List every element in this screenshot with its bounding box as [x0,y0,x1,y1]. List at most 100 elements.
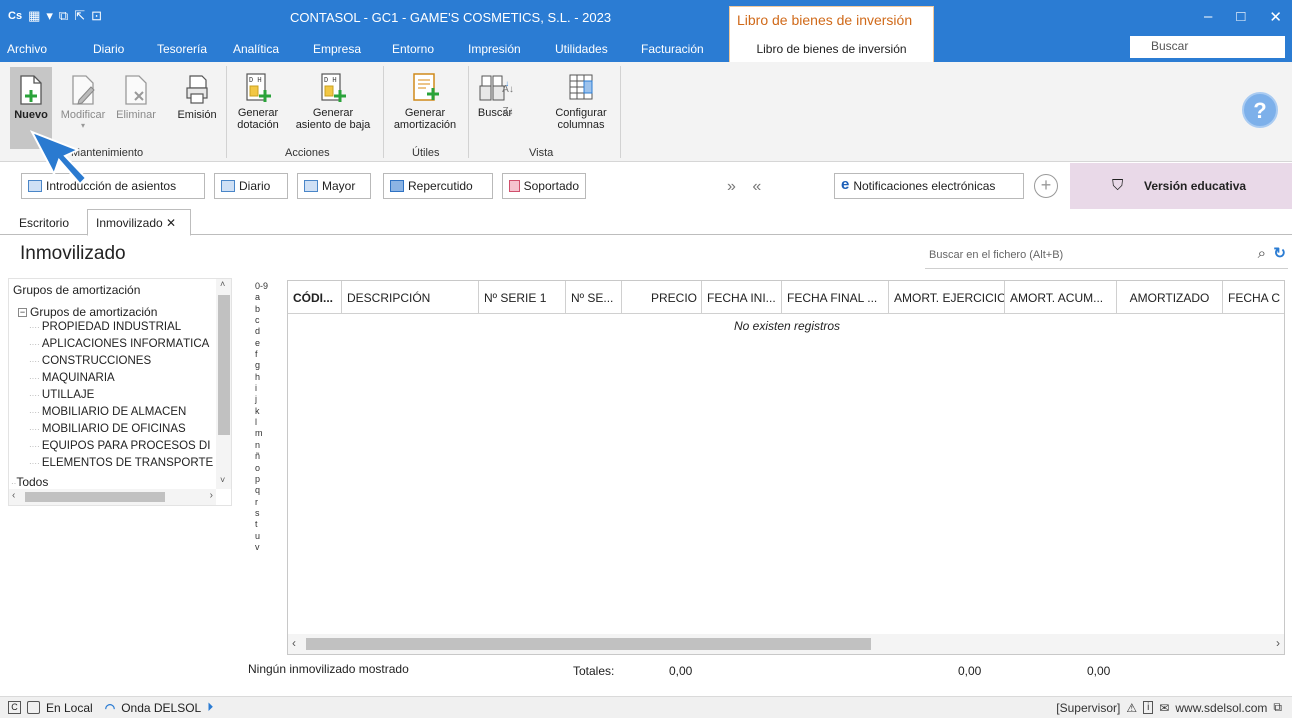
tab-libro-bienes[interactable]: Libro de bienes de inversión [729,34,934,62]
onda-delsol-label[interactable]: Onda DELSOL [121,701,201,715]
generar-baja-button[interactable]: D H Generar asiento de baja [287,72,379,131]
help-icon[interactable]: ? [1242,92,1278,128]
menu-archivo[interactable]: Archivo [7,42,47,56]
alphabet-letter[interactable]: i [255,383,269,394]
alphabet-letter[interactable]: e [255,338,269,349]
add-shortcut-icon[interactable]: + [1034,174,1058,198]
mail-icon[interactable]: ✉ [1159,701,1169,715]
info-icon[interactable]: i [1143,701,1154,714]
website-link[interactable]: www.sdelsol.com [1175,701,1267,715]
search-input[interactable]: Buscar [1130,36,1285,58]
column-header-fecha-final[interactable]: FECHA FINAL ... [782,281,889,314]
alphabet-letter[interactable]: t [255,519,269,530]
notificaciones-button[interactable]: e Notificaciones electrónicas [834,173,1024,199]
export-icon[interactable]: ⧉ [59,8,68,24]
column-header-precio[interactable]: PRECIO [622,281,702,314]
alphabet-letter[interactable]: a [255,292,269,303]
menu-utilidades[interactable]: Utilidades [555,42,608,56]
company-icon[interactable]: C [8,701,21,714]
column-header-serie1[interactable]: Nº SERIE 1 [479,281,566,314]
tree-item[interactable]: CONSTRUCCIONES [29,355,219,372]
column-header-amort-ejercicio[interactable]: AMORT. EJERCICIO [889,281,1005,314]
export2-icon[interactable]: ⇱ [74,8,85,24]
column-header-amort-acumulada[interactable]: AMORT. ACUM... [1005,281,1117,314]
alphabet-letter[interactable]: k [255,406,269,417]
scroll-left-icon[interactable]: ‹ [292,636,296,650]
column-header-codigo[interactable]: CÓDI... [288,281,342,314]
play-icon[interactable]: ⏵ [207,700,213,715]
alphabet-letter[interactable]: v [255,542,269,553]
alphabet-letter[interactable]: b [255,304,269,315]
column-header-descripcion[interactable]: DESCRIPCIÓN [342,281,479,314]
maximize-button[interactable]: □ [1236,8,1245,26]
alphabet-letter[interactable]: ñ [255,451,269,462]
scroll-right-icon[interactable]: › [1276,636,1280,650]
diario-button[interactable]: Diario [214,173,288,199]
menu-entorno[interactable]: Entorno [392,42,434,56]
tree-vertical-scrollbar[interactable]: ˄ ˅ [216,279,231,489]
menu-empresa[interactable]: Empresa [313,42,361,56]
alphabet-letter[interactable]: n [255,440,269,451]
configurar-columnas-button[interactable]: Configurar columnas [548,72,614,131]
tree-item[interactable]: MOBILIARIO DE OFICINAS [29,423,219,440]
tree-horizontal-scrollbar[interactable]: ‹ › [9,489,216,505]
alphabet-letter[interactable]: p [255,474,269,485]
generar-dotacion-button[interactable]: D H Generar dotación [230,72,286,131]
repercutido-button[interactable]: Repercutido [383,173,493,199]
sort-az-icon[interactable]: A↓ Z↓ [500,84,516,117]
refresh-icon[interactable]: ↻ [1273,244,1286,262]
menu-analitica[interactable]: Analítica [233,42,279,56]
alphabet-letter[interactable]: c [255,315,269,326]
tree-item[interactable]: APLICACIONES INFORMÁTICA [29,338,219,355]
tree-item[interactable]: EQUIPOS PARA PROCESOS DI [29,440,219,457]
generar-amortizacion-button[interactable]: Generar amortización [386,72,464,131]
column-header-amortizado[interactable]: AMORTIZADO [1117,281,1223,314]
scroll-arrows[interactable]: » « [727,178,767,196]
alphabet-letter[interactable]: d [255,326,269,337]
search-icon[interactable]: ⌕ [1258,245,1266,262]
alphabet-letter[interactable]: o [255,463,269,474]
alphabet-letter[interactable]: s [255,508,269,519]
minimize-button[interactable]: – [1204,8,1212,26]
emision-button[interactable]: Emisión [172,74,222,121]
mayor-button[interactable]: Mayor [297,173,371,199]
menu-tesoreria[interactable]: Tesorería [157,42,207,56]
alphabet-letter[interactable]: j [255,394,269,405]
tree-item[interactable]: UTILLAJE [29,389,219,406]
alphabet-letter[interactable]: m [255,428,269,439]
soportado-button[interactable]: Soportado [502,173,586,199]
alphabet-letter[interactable]: l [255,417,269,428]
alphabet-letter[interactable]: f [255,349,269,360]
alphabet-letter[interactable]: r [255,497,269,508]
alphabet-letter[interactable]: u [255,531,269,542]
menu-facturacion[interactable]: Facturación [641,42,704,56]
menu-impresion[interactable]: Impresión [468,42,521,56]
eliminar-button[interactable]: Eliminar [114,74,158,121]
nuevo-button[interactable]: Nuevo [10,74,52,121]
calendar-icon[interactable]: ▦ [28,8,40,24]
tree-item[interactable]: PROPIEDAD INDUSTRIAL [29,321,219,338]
lock-icon[interactable]: ⊡ [91,8,102,24]
tab-inmovilizado[interactable]: Inmovilizado ✕ [87,209,191,236]
grid-horizontal-scrollbar[interactable]: ‹ › [288,634,1284,654]
tab-escritorio[interactable]: Escritorio [19,216,69,230]
tree-item[interactable]: MAQUINARIA [29,372,219,389]
open-icon[interactable]: ▾ [46,8,53,24]
close-button[interactable]: ✕ [1269,8,1282,26]
tree-root[interactable]: − Grupos de amortización [18,305,157,319]
tree-item[interactable]: ELEMENTOS DE TRANSPORTE [29,457,219,474]
column-header-fecha-inicio[interactable]: FECHA INI... [702,281,782,314]
alphabet-letter[interactable]: 0-9 [255,281,269,292]
modificar-button[interactable]: Modificar ▾ [56,74,110,130]
menu-diario[interactable]: Diario [93,42,124,56]
tree-item[interactable]: MOBILIARIO DE ALMACÉN [29,406,219,423]
warning-icon[interactable]: ⚠ [1126,701,1137,715]
alphabet-letter[interactable]: q [255,485,269,496]
tree-item-todos[interactable]: ··Todos [11,475,48,489]
collapse-icon[interactable]: − [18,308,27,317]
window-icon[interactable]: ⧉ [1273,700,1282,715]
alphabet-letter[interactable]: g [255,360,269,371]
column-header-serie2[interactable]: Nº SE... [566,281,622,314]
search-file-input[interactable]: Buscar en el fichero (Alt+B) ⌕ ↻ [925,243,1288,269]
column-header-fecha-c[interactable]: FECHA C [1223,281,1284,314]
